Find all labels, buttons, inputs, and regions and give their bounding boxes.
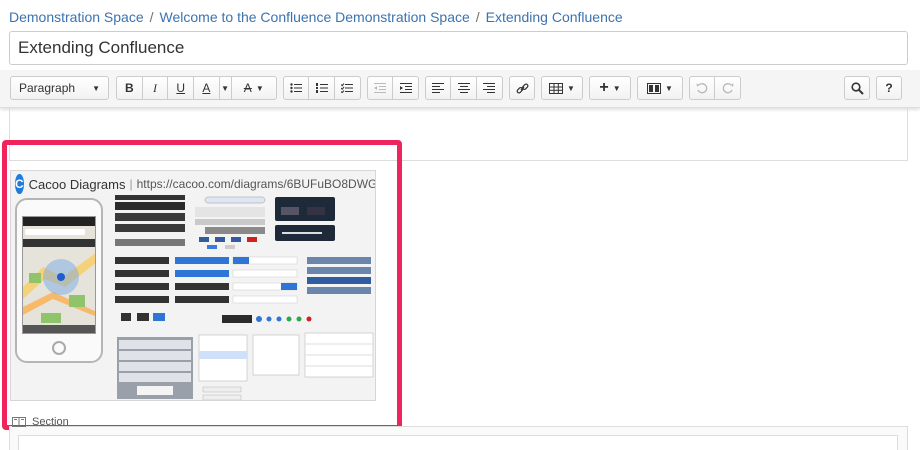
align-right-icon <box>483 83 496 93</box>
outdent-button[interactable] <box>368 77 394 99</box>
paragraph-style-select[interactable]: Paragraph ▼ <box>10 76 109 100</box>
page-layout-button[interactable]: ▼ <box>637 76 683 100</box>
indent-icon <box>399 83 412 93</box>
section-macro-label: Section <box>12 416 69 428</box>
insert-link-button[interactable] <box>509 76 535 100</box>
chevron-down-icon: ▼ <box>255 83 264 93</box>
page-title-input[interactable]: Extending Confluence <box>9 31 908 65</box>
align-center-button[interactable] <box>451 77 477 99</box>
underline-label: U <box>176 81 186 95</box>
chevron-down-icon: ▼ <box>612 83 621 93</box>
help-button[interactable]: ? <box>876 76 902 100</box>
plus-icon: + <box>599 79 609 96</box>
redo-button[interactable] <box>715 77 740 99</box>
undo-icon <box>696 82 708 93</box>
search-icon <box>850 81 864 95</box>
breadcrumb-separator: / <box>149 9 154 25</box>
task-list-icon <box>341 83 354 93</box>
section-macro-body[interactable] <box>18 435 898 450</box>
chevron-down-icon: ▼ <box>567 83 575 93</box>
chevron-down-icon: ▼ <box>665 83 673 93</box>
breadcrumb-item-current[interactable]: Extending Confluence <box>486 9 623 25</box>
numbered-list-button[interactable] <box>309 77 335 99</box>
undo-button[interactable] <box>690 77 716 99</box>
clear-format-icon: A <box>243 81 252 95</box>
highlight-annotation <box>2 140 402 430</box>
text-color-button[interactable]: A <box>194 77 220 99</box>
bullet-list-icon <box>290 83 303 93</box>
numbered-list-icon <box>315 83 328 93</box>
link-icon <box>516 82 528 93</box>
insert-table-button[interactable]: ▼ <box>541 76 583 100</box>
layout-icon <box>647 82 662 94</box>
task-list-button[interactable] <box>335 77 360 99</box>
page-title: Extending Confluence <box>18 38 185 57</box>
underline-button[interactable]: U <box>168 77 195 99</box>
text-color-dropdown[interactable]: ▼ <box>220 77 232 99</box>
breadcrumb: Demonstration Space / Welcome to the Con… <box>9 9 623 25</box>
outdent-icon <box>374 83 386 93</box>
italic-button[interactable]: I <box>143 77 169 99</box>
list-group <box>283 76 361 100</box>
help-icon: ? <box>885 81 893 95</box>
indent-group <box>367 76 419 100</box>
bold-label: B <box>125 81 134 95</box>
align-left-icon <box>432 83 445 93</box>
text-format-group: B I U A ▼ A ▼ <box>116 76 277 100</box>
section-macro-title: Section <box>32 416 69 428</box>
text-color-label: A <box>202 81 211 95</box>
paragraph-style-label: Paragraph <box>19 81 76 95</box>
align-center-icon <box>457 83 470 93</box>
breadcrumb-item-welcome[interactable]: Welcome to the Confluence Demonstration … <box>160 9 470 25</box>
chevron-down-icon: ▼ <box>221 83 230 93</box>
italic-label: I <box>153 80 158 95</box>
bullet-list-button[interactable] <box>284 77 310 99</box>
breadcrumb-separator: / <box>475 9 480 25</box>
bold-button[interactable]: B <box>117 77 143 99</box>
indent-button[interactable] <box>393 77 418 99</box>
table-icon <box>549 82 564 94</box>
chevron-down-icon: ▼ <box>92 83 100 93</box>
align-right-button[interactable] <box>477 77 502 99</box>
section-icon <box>12 417 26 427</box>
insert-more-button[interactable]: + ▼ <box>589 76 631 100</box>
align-left-button[interactable] <box>426 77 452 99</box>
redo-icon <box>722 82 733 93</box>
breadcrumb-item-space[interactable]: Demonstration Space <box>9 9 144 25</box>
find-button[interactable] <box>844 76 870 100</box>
editor-toolbar: Paragraph ▼ B I U A ▼ A ▼ ▼ + ▼ ▼ ? <box>0 70 920 108</box>
clear-format-button[interactable]: A ▼ <box>232 77 276 99</box>
align-group <box>425 76 503 100</box>
history-group <box>689 76 741 100</box>
